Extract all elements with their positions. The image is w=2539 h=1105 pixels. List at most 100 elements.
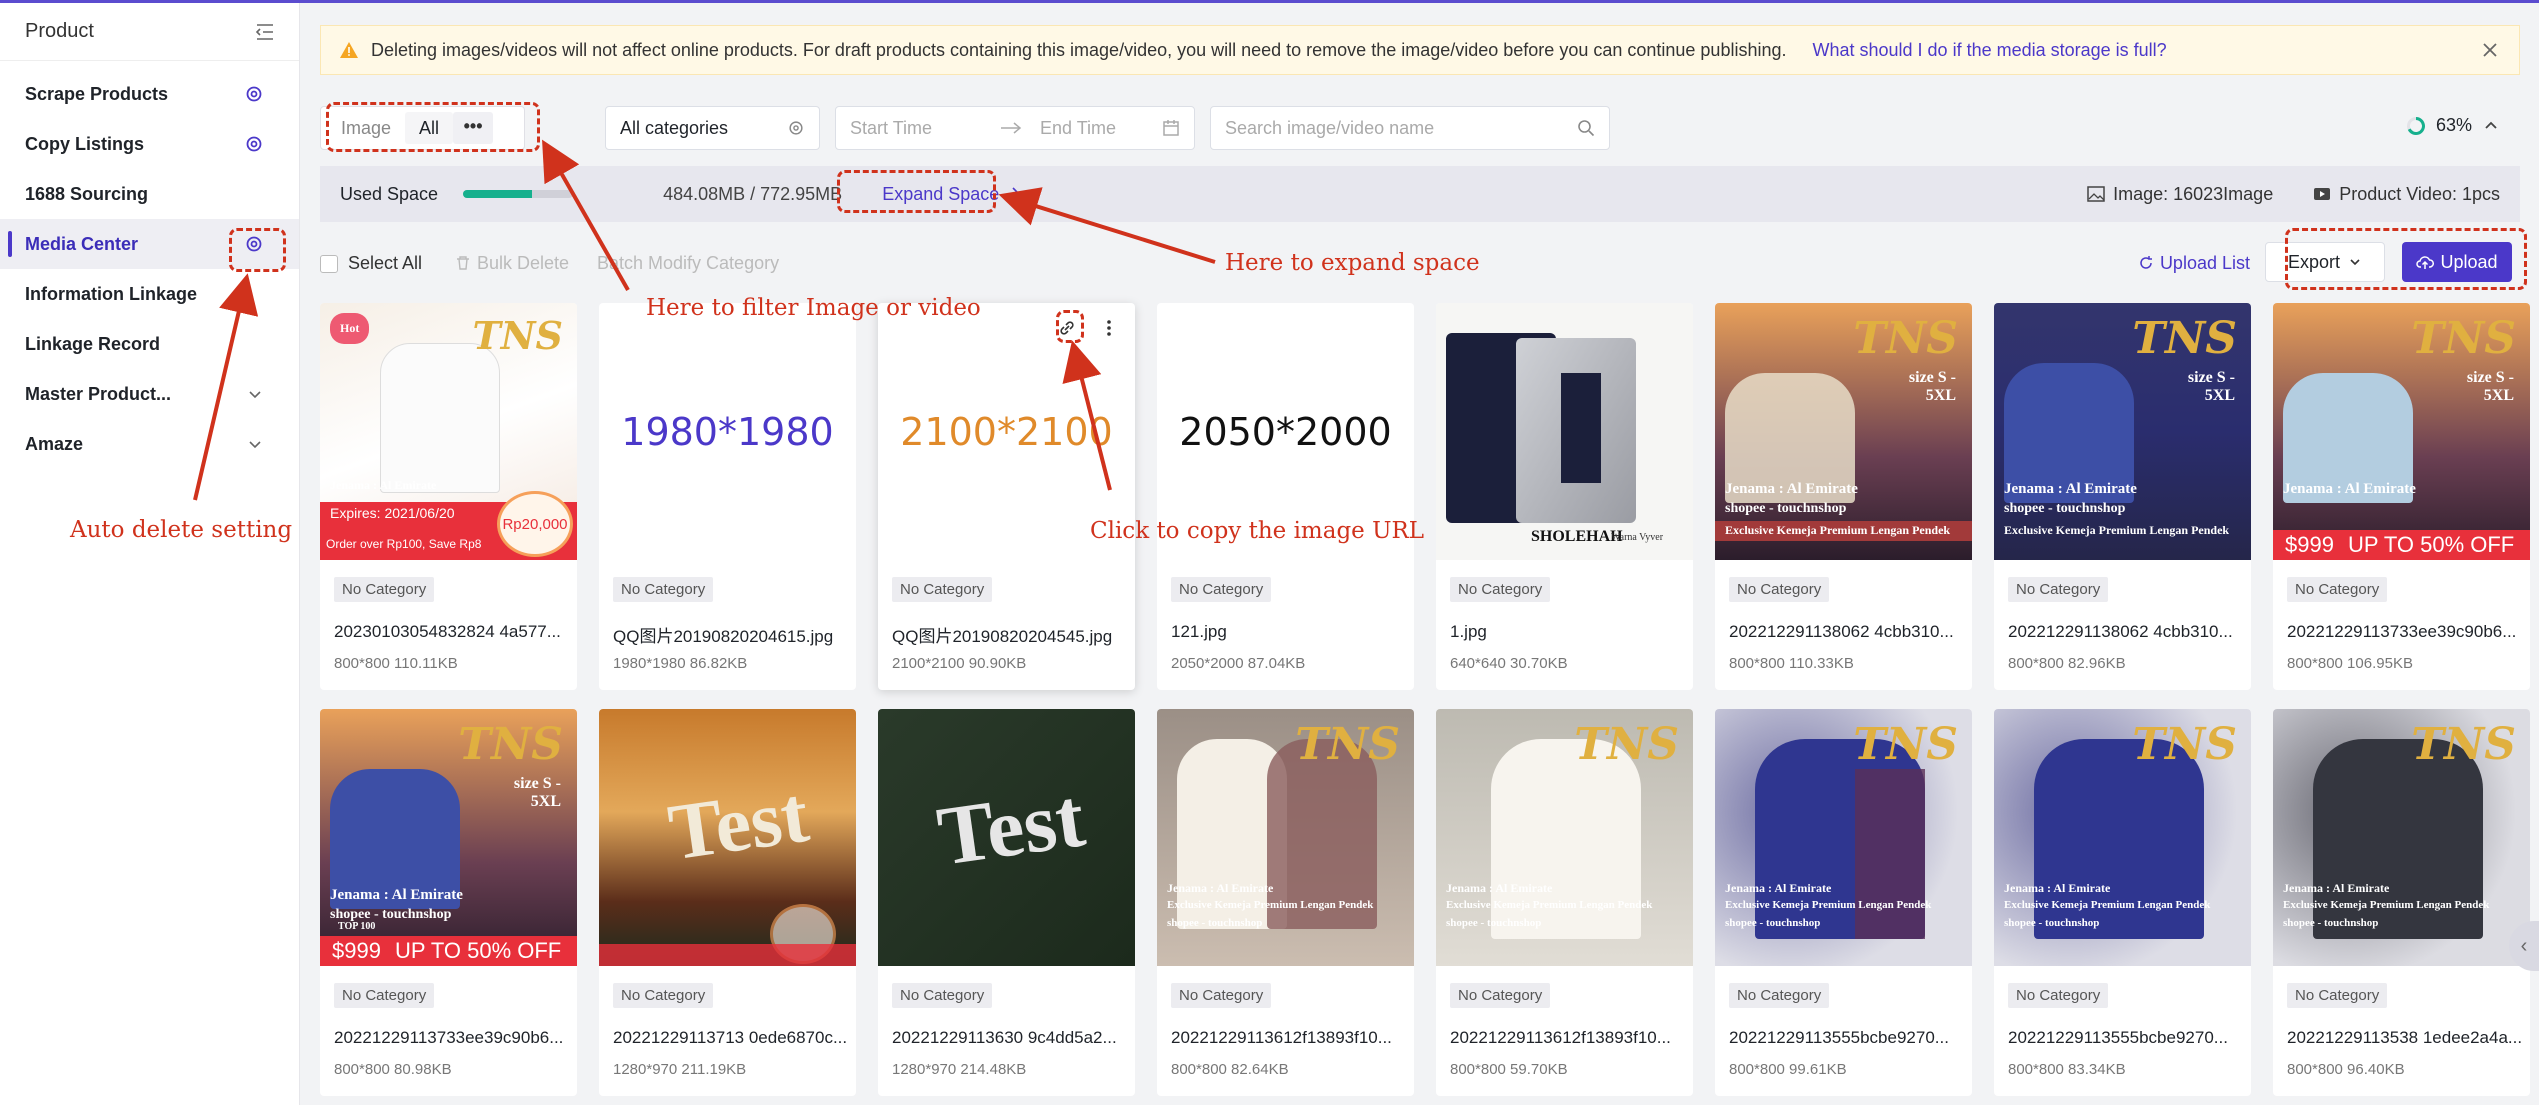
media-card[interactable]: TNS size S - 5XL Jenama : Al Emirate shopee…: [1994, 303, 2251, 690]
brand-logo-text: TNS: [472, 313, 563, 358]
media-card[interactable]: TNS Jenama : Al Emirate Exclusive Kemeja P…: [2273, 709, 2530, 1096]
media-thumbnail[interactable]: Test: [599, 709, 856, 966]
category-badge[interactable]: No Category: [2008, 983, 2109, 1008]
search-icon[interactable]: [1577, 119, 1595, 137]
media-thumbnail[interactable]: SHOLEHAH Warna Vyver: [1436, 303, 1693, 560]
category-badge[interactable]: No Category: [334, 983, 435, 1008]
date-range-picker[interactable]: Start Time End Time: [835, 106, 1195, 150]
category-badge[interactable]: No Category: [2287, 983, 2388, 1008]
price-badge: Rp20,000: [497, 491, 573, 557]
sidebar-item-amaze[interactable]: Amaze: [0, 419, 299, 469]
more-vertical-icon[interactable]: [1104, 318, 1114, 338]
category-badge[interactable]: No Category: [2287, 577, 2388, 602]
media-card[interactable]: 1980*1980 No Category QQ图片20190820204615…: [599, 303, 856, 690]
file-name: 202212291138062 4cbb310...: [2008, 622, 2233, 641]
media-card[interactable]: 2050*2000 No Category 121.jpg 2050*2000 …: [1157, 303, 1414, 690]
sidebar-header: Product: [0, 3, 299, 61]
media-thumbnail[interactable]: TNS Jenama : Al Emirate Exclusive Kemeja P…: [1436, 709, 1693, 966]
sidebar-item-label: Media Center: [25, 233, 139, 254]
media-card[interactable]: TNS size S - 5XL Jenama : Al Emirate shopee…: [1715, 303, 1972, 690]
category-badge[interactable]: No Category: [613, 983, 714, 1008]
category-badge[interactable]: No Category: [1729, 983, 1830, 1008]
calendar-icon: [1163, 120, 1179, 136]
select-all[interactable]: Select All: [320, 253, 422, 274]
annotation-copy-url-text: Click to copy the image URL: [1090, 518, 1425, 544]
annotation-auto-delete-text: Auto delete setting: [70, 517, 293, 543]
category-badge[interactable]: No Category: [334, 577, 435, 602]
media-thumbnail[interactable]: TNS size S - 5XL Jenama : Al Emirate shopee…: [1994, 303, 2251, 560]
category-badge[interactable]: No Category: [613, 577, 714, 602]
order-over-text: Order over Rp100, Save Rp8: [326, 537, 482, 551]
media-thumbnail[interactable]: Test: [878, 709, 1135, 966]
gear-icon[interactable]: [787, 119, 805, 137]
category-badge[interactable]: No Category: [2008, 577, 2109, 602]
sidebar-item-label: Information Linkage: [25, 283, 198, 304]
category-badge[interactable]: No Category: [892, 577, 993, 602]
media-card[interactable]: Test No Category 20221229113713 0ede6870…: [599, 709, 856, 1096]
bulk-delete-button[interactable]: Bulk Delete: [455, 253, 569, 274]
chevron-up-icon[interactable]: [2482, 117, 2500, 135]
sidebar-item-master-product[interactable]: Master Product...: [0, 369, 299, 419]
sidebar-item-information-linkage[interactable]: Information Linkage: [0, 269, 299, 319]
start-time-field[interactable]: Start Time: [850, 118, 1000, 139]
category-badge[interactable]: No Category: [892, 983, 993, 1008]
media-card[interactable]: TNS Jenama : Al Emirate Exclusive Kemeja P…: [1994, 709, 2251, 1096]
sidebar-item-copy-listings[interactable]: Copy Listings: [0, 119, 299, 169]
shopee-text: shopee - touchnshop: [2004, 501, 2126, 516]
media-card[interactable]: TNS Hot Jenama : Al Emirate Expires: 2021/0…: [320, 303, 577, 690]
upload-list-link[interactable]: Upload List: [2138, 253, 2250, 274]
media-card[interactable]: TNS Jenama : Al Emirate Exclusive Kemeja P…: [1715, 709, 1972, 1096]
gear-icon[interactable]: [244, 134, 264, 154]
end-time-field[interactable]: End Time: [1040, 118, 1162, 139]
file-meta: 800*800 82.64KB: [1171, 1061, 1289, 1078]
category-badge[interactable]: No Category: [1450, 577, 1551, 602]
category-select[interactable]: All categories: [605, 106, 820, 150]
file-meta: 1980*1980 86.82KB: [613, 655, 748, 672]
brand-logo-text: TNS: [458, 719, 563, 770]
media-thumbnail[interactable]: 1980*1980: [599, 303, 856, 560]
storage-help-link[interactable]: What should I do if the media storage is…: [1812, 40, 2166, 61]
collapse-menu-icon[interactable]: [255, 23, 275, 41]
media-card[interactable]: TNS Jenama : Al Emirate Exclusive Kemeja P…: [1436, 709, 1693, 1096]
brand-logo-text: TNS: [1853, 313, 1958, 364]
media-thumbnail[interactable]: TNS Jenama : Al Emirate Exclusive Kemeja P…: [1994, 709, 2251, 966]
media-card[interactable]: TNS size S - 5XL Jenama : Al Emirate shopee…: [320, 709, 577, 1096]
media-thumbnail[interactable]: TNS size S - 5XL Jenama : Al Emirate shopee…: [1715, 303, 1972, 560]
media-card[interactable]: TNS size S - 5XL Jenama : Al Emirate $999 UP…: [2273, 303, 2530, 690]
category-badge[interactable]: No Category: [1171, 577, 1272, 602]
batch-modify-category-button[interactable]: Batch Modify Category: [597, 253, 779, 274]
arrow-right-icon: [1001, 122, 1022, 134]
used-space-label: Used Space: [340, 183, 439, 204]
exclusive-text: Exclusive Kemeja Premium Lengan Pendek: [2283, 899, 2490, 911]
search-input[interactable]: Search image/video name: [1210, 106, 1610, 150]
close-icon[interactable]: [2479, 39, 2501, 61]
category-badge[interactable]: No Category: [1171, 983, 1272, 1008]
media-thumbnail[interactable]: TNS size S - 5XL Jenama : Al Emirate $999 UP…: [2273, 303, 2530, 560]
sidebar-item-linkage-record[interactable]: Linkage Record: [0, 319, 299, 369]
media-card[interactable]: TNS Jenama : Al Emirate Exclusive Kemeja P…: [1157, 709, 1414, 1096]
category-badge[interactable]: No Category: [1450, 983, 1551, 1008]
annotation-box-expand: [837, 170, 996, 213]
category-badge[interactable]: No Category: [1729, 577, 1830, 602]
sidebar-item-label: Scrape Products: [25, 83, 169, 104]
warning-icon: [340, 42, 358, 58]
media-thumbnail[interactable]: TNS Jenama : Al Emirate Exclusive Kemeja P…: [2273, 709, 2530, 966]
media-card[interactable]: 2100*2100 No Category QQ图片20190820204545…: [878, 303, 1135, 690]
used-space-progress-fill: [463, 190, 533, 198]
sidebar-item-1688-sourcing[interactable]: 1688 Sourcing: [0, 169, 299, 219]
gear-icon[interactable]: [244, 84, 264, 104]
select-all-checkbox[interactable]: [320, 254, 338, 273]
media-thumbnail[interactable]: TNS size S - 5XL Jenama : Al Emirate shopee…: [320, 709, 577, 966]
main-content: Deleting images/videos will not affect o…: [300, 3, 2539, 1105]
search-placeholder: Search image/video name: [1225, 117, 1435, 138]
media-thumbnail[interactable]: TNS Jenama : Al Emirate Exclusive Kemeja P…: [1157, 709, 1414, 966]
used-space-progress: [463, 190, 574, 198]
select-all-label: Select All: [348, 253, 423, 273]
media-thumbnail[interactable]: TNS Hot Jenama : Al Emirate Expires: 2021/0…: [320, 303, 577, 560]
media-card[interactable]: Test No Category 20221229113630 9c4dd5a2…: [878, 709, 1135, 1096]
jenama-text: Jenama : Al Emirate: [2283, 881, 2390, 895]
media-card[interactable]: SHOLEHAH Warna Vyver No Category 1.jpg 64…: [1436, 303, 1693, 690]
media-thumbnail[interactable]: TNS Jenama : Al Emirate Exclusive Kemeja P…: [1715, 709, 1972, 966]
jenama-text: Jenama : Al Emirate: [2004, 481, 2137, 497]
sidebar-item-scrape-products[interactable]: Scrape Products: [0, 69, 299, 119]
